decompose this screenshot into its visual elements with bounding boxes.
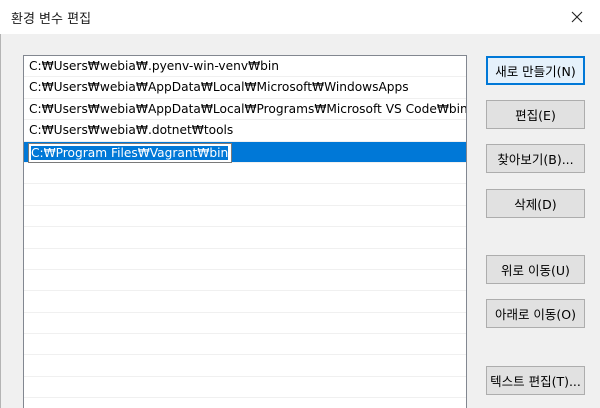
list-item-empty[interactable] bbox=[24, 377, 466, 399]
new-button[interactable]: 새로 만들기(N) bbox=[486, 56, 585, 85]
list-item[interactable]: C:₩Users₩webia₩AppData₩Local₩Programs₩Mi… bbox=[24, 99, 467, 121]
window-border bbox=[0, 34, 1, 408]
list-item-empty[interactable] bbox=[24, 249, 466, 270]
list-item-empty[interactable] bbox=[24, 206, 466, 228]
move-up-button[interactable]: 위로 이동(U) bbox=[486, 255, 585, 284]
path-edit-input[interactable]: C:₩Program Files₩Vagrant₩bin bbox=[28, 142, 232, 163]
edit-button[interactable]: 편집(E) bbox=[486, 100, 585, 129]
edit-text-button[interactable]: 텍스트 편집(T)... bbox=[486, 366, 585, 395]
list-item-empty[interactable] bbox=[24, 270, 466, 292]
list-item-text: C:₩Users₩webia₩.pyenv-win-venv₩bin bbox=[29, 59, 279, 73]
list-item-empty[interactable] bbox=[24, 291, 466, 313]
move-down-button[interactable]: 아래로 이동(O) bbox=[486, 299, 585, 328]
list-item[interactable]: C:₩Users₩webia₩.pyenv-win-venv₩bin bbox=[24, 56, 466, 78]
list-item-empty[interactable] bbox=[24, 227, 466, 249]
list-item-text: C:₩Users₩webia₩.dotnet₩tools bbox=[29, 123, 234, 138]
delete-button[interactable]: 삭제(D) bbox=[486, 189, 585, 218]
window-title: 환경 변수 편집 bbox=[11, 12, 92, 27]
list-item-empty[interactable] bbox=[24, 355, 466, 377]
path-list[interactable]: C:₩Users₩webia₩.pyenv-win-venv₩bin C:₩Us… bbox=[23, 55, 467, 408]
list-item-empty[interactable] bbox=[24, 184, 466, 206]
list-item[interactable]: C:₩Users₩webia₩AppData₩Local₩Microsoft₩W… bbox=[24, 77, 466, 99]
list-item-text: C:₩Users₩webia₩AppData₩Local₩Programs₩Mi… bbox=[29, 101, 467, 116]
browse-button[interactable]: 찾아보기(B)... bbox=[486, 144, 585, 173]
list-item-empty[interactable] bbox=[24, 163, 466, 185]
list-item-empty[interactable] bbox=[24, 313, 466, 335]
title-bar: 환경 변수 편집 bbox=[0, 0, 600, 34]
close-button[interactable] bbox=[554, 0, 600, 34]
list-item-text: C:₩Users₩webia₩AppData₩Local₩Microsoft₩W… bbox=[29, 80, 409, 95]
close-icon bbox=[571, 11, 583, 23]
path-edit-value: C:₩Program Files₩Vagrant₩bin bbox=[31, 145, 229, 160]
list-item-empty[interactable] bbox=[24, 334, 466, 356]
list-item-selected[interactable]: C:₩Program Files₩Vagrant₩bin bbox=[24, 141, 466, 163]
list-item[interactable]: C:₩Users₩webia₩.dotnet₩tools bbox=[24, 120, 466, 142]
